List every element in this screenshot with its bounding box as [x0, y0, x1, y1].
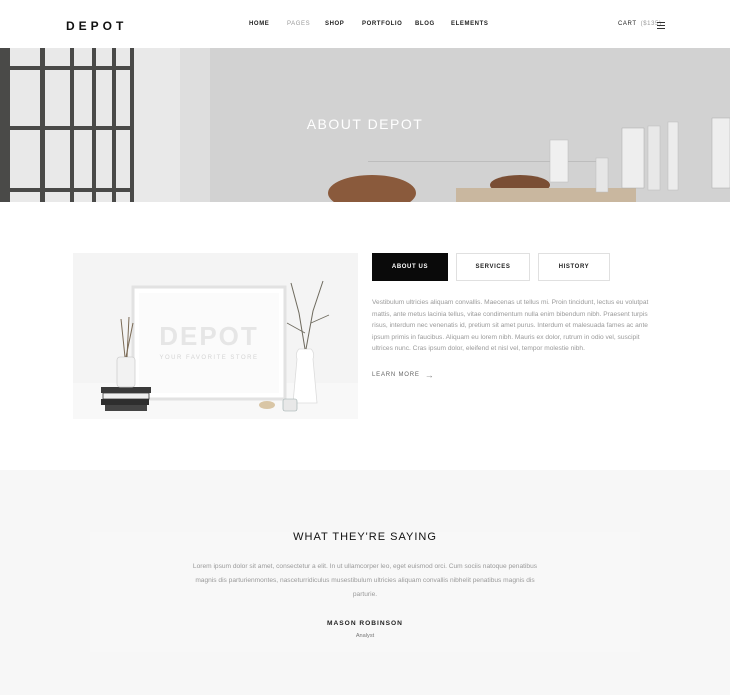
arrow-right-icon: →: [424, 370, 435, 380]
site-header: DEPOT HOME PAGES SHOP PORTFOLIO BLOG ELE…: [0, 0, 730, 48]
hero-banner: ABOUT DEPOT: [0, 48, 730, 202]
nav-shop[interactable]: SHOP: [325, 21, 344, 27]
tab-about-us[interactable]: ABOUT US: [372, 253, 448, 281]
testimonial-author: MASON ROBINSON: [327, 620, 403, 627]
logo[interactable]: DEPOT: [66, 19, 127, 33]
testimonials-title: WHAT THEY'RE SAYING: [293, 531, 437, 543]
testimonials-section: WHAT THEY'RE SAYING Lorem ipsum dolor si…: [0, 470, 730, 695]
testimonial-quote: Lorem ipsum dolor sit amet, consectetur …: [192, 563, 538, 598]
nav-home[interactable]: HOME: [249, 21, 269, 27]
cart-label: CART: [618, 21, 637, 27]
nav-pages[interactable]: PAGES: [287, 21, 310, 27]
learn-more-label: LEARN MORE: [372, 372, 420, 378]
nav-blog[interactable]: BLOG: [415, 21, 435, 27]
about-description: Vestibulum ultricies aliquam convallis. …: [372, 299, 649, 352]
learn-more-link[interactable]: LEARN MORE →: [372, 370, 435, 380]
testimonial-role: Analyst: [355, 633, 375, 639]
nav-portfolio[interactable]: PORTFOLIO: [362, 21, 402, 27]
nav-elements[interactable]: ELEMENTS: [451, 21, 488, 27]
about-tabs: ABOUT US SERVICES HISTORY: [372, 253, 610, 281]
cart-link[interactable]: CART ($135): [618, 21, 662, 27]
about-image-illustration: DEPOT YOUR FAVORITE STORE: [73, 253, 358, 419]
about-product-image: DEPOT YOUR FAVORITE STORE: [73, 253, 358, 419]
frame-tagline-text: YOUR FAVORITE STORE: [160, 355, 259, 361]
frame-brand-text: DEPOT: [159, 321, 259, 351]
tab-history[interactable]: HISTORY: [538, 253, 610, 281]
tab-services[interactable]: SERVICES: [456, 253, 530, 281]
hamburger-menu-icon[interactable]: [657, 22, 665, 29]
hero-title: ABOUT DEPOT: [306, 116, 424, 132]
